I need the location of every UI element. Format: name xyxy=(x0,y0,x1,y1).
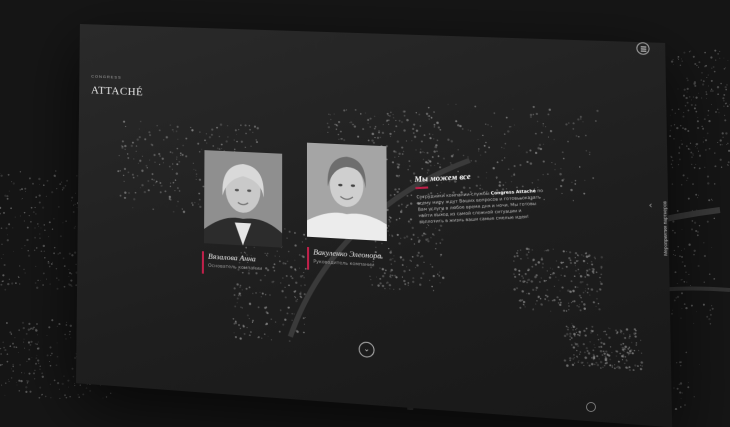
about-text: Сотрудники компании-службы Congress Atta… xyxy=(416,187,549,225)
accent-bar xyxy=(307,246,310,270)
chevron-down-icon: ⌄ xyxy=(363,344,370,354)
title-underline xyxy=(415,186,429,189)
chevron-left-icon[interactable]: ‹ xyxy=(649,200,653,210)
side-nav-label[interactable]: Мероприятия партнеров xyxy=(661,201,668,256)
photo-anna xyxy=(204,150,283,248)
brand-small-text: CONGRESS xyxy=(91,73,122,80)
main-panel: CONGRESS ATTACHÉ ‹ Мероприятия партнеров… xyxy=(76,24,673,427)
about-block: Мы можем все Сотрудники компании-службы … xyxy=(414,168,549,225)
member-name: Вязалова Анна xyxy=(208,251,256,264)
hamburger-icon[interactable] xyxy=(636,42,650,55)
team-member-1: Вязалова Анна Основатель компании xyxy=(201,251,262,274)
brand-name: ATTACHÉ xyxy=(90,84,144,99)
corner-circle-icon xyxy=(586,402,596,412)
scroll-down-button[interactable]: ⌄ xyxy=(358,341,375,359)
accent-bar xyxy=(201,251,204,274)
photo-eleonora xyxy=(306,142,387,242)
brand-logo[interactable]: CONGRESS ATTACHÉ xyxy=(91,74,143,100)
